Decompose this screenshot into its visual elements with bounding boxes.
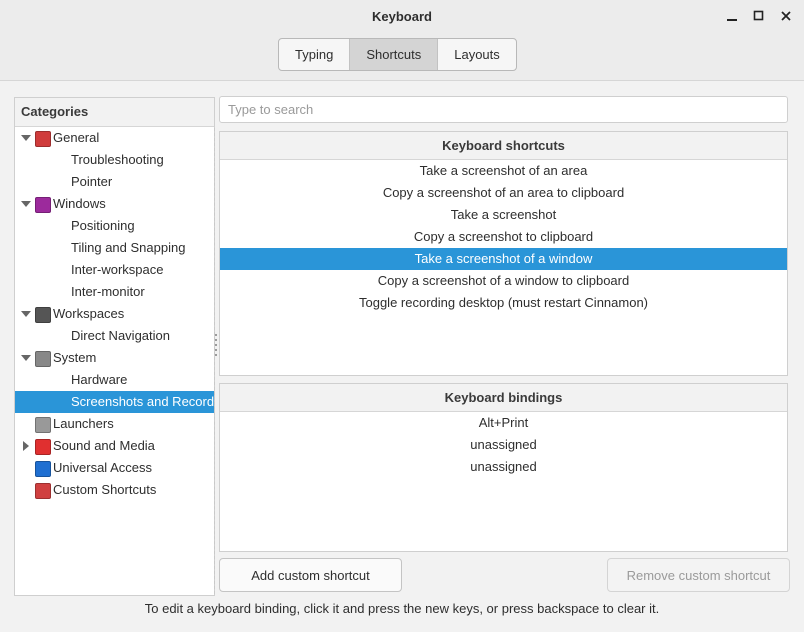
category-item-hardware[interactable]: Hardware <box>15 369 214 391</box>
remove-custom-shortcut-button[interactable]: Remove custom shortcut <box>607 558 790 592</box>
title-bar: Keyboard Typing Shortcuts Layouts <box>0 0 804 81</box>
shortcut-row[interactable]: Toggle recording desktop (must restart C… <box>220 292 787 314</box>
category-label: System <box>53 350 97 365</box>
bindings-panel: Keyboard bindings Alt+Print unassigned una… <box>219 383 788 552</box>
category-item-launchers[interactable]: Launchers <box>15 413 214 435</box>
subcategory-label: Troubleshooting <box>71 152 164 167</box>
minimize-button[interactable] <box>722 7 742 25</box>
binding-row[interactable]: unassigned <box>220 434 787 456</box>
subcategory-label: Pointer <box>71 174 113 189</box>
subcategory-label: Direct Navigation <box>71 328 170 343</box>
subcategory-label: Hardware <box>71 372 128 387</box>
expander-closed-icon[interactable] <box>20 435 32 457</box>
category-label: Sound and Media <box>53 438 155 453</box>
workspaces-icon <box>35 307 51 323</box>
shortcut-row[interactable]: Copy a screenshot of a window to clipboa… <box>220 270 787 292</box>
close-button[interactable] <box>776 7 796 25</box>
subcategory-label: Positioning <box>71 218 135 233</box>
categories-header: Categories <box>15 98 214 127</box>
category-item-positioning[interactable]: Positioning <box>15 215 214 237</box>
category-item-universal-access[interactable]: Universal Access <box>15 457 214 479</box>
window-title: Keyboard <box>372 9 432 24</box>
binding-row[interactable]: unassigned <box>220 456 787 478</box>
maximize-button[interactable] <box>749 7 769 25</box>
expander-open-icon[interactable] <box>20 303 32 325</box>
category-item-custom-shortcuts[interactable]: Custom Shortcuts <box>15 479 214 501</box>
category-item-windows[interactable]: Windows <box>15 193 214 215</box>
universal-access-icon <box>35 461 51 477</box>
category-item-pointer[interactable]: Pointer <box>15 171 214 193</box>
category-item-direct-navigation[interactable]: Direct Navigation <box>15 325 214 347</box>
categories-tree: General Troubleshooting Pointer Windows Posi… <box>15 127 214 501</box>
windows-icon <box>35 197 51 213</box>
category-label: Launchers <box>53 416 114 431</box>
categories-panel: Categories General Troubleshooting Pointer… <box>14 97 215 596</box>
subcategory-label: Inter-workspace <box>71 262 164 277</box>
shortcuts-panel: Keyboard shortcuts Take a screenshot of … <box>219 131 788 376</box>
search-box[interactable] <box>219 96 788 123</box>
shortcut-row[interactable]: Take a screenshot <box>220 204 787 226</box>
launchers-icon <box>35 417 51 433</box>
binding-row[interactable]: Alt+Print <box>220 412 787 434</box>
shortcut-row[interactable]: Take a screenshot of a window <box>220 248 787 270</box>
expander-open-icon[interactable] <box>20 347 32 369</box>
category-item-inter-workspace[interactable]: Inter-workspace <box>15 259 214 281</box>
hint-text: To edit a keyboard binding, click it and… <box>144 601 660 616</box>
tab-shortcuts[interactable]: Shortcuts <box>350 39 439 70</box>
subcategory-label: Tiling and Snapping <box>71 240 186 255</box>
category-item-troubleshooting[interactable]: Troubleshooting <box>15 149 214 171</box>
tree-column-separator <box>214 128 215 594</box>
shortcut-row[interactable]: Copy a screenshot to clipboard <box>220 226 787 248</box>
shortcuts-header: Keyboard shortcuts <box>220 132 787 160</box>
category-item-workspaces[interactable]: Workspaces <box>15 303 214 325</box>
bindings-list: Alt+Print unassigned unassigned <box>220 412 787 478</box>
custom-shortcuts-icon <box>35 483 51 499</box>
tab-bar: Typing Shortcuts Layouts <box>278 38 517 71</box>
category-item-system[interactable]: System <box>15 347 214 369</box>
category-label: General <box>53 130 100 145</box>
expander-open-icon[interactable] <box>20 193 32 215</box>
category-label: Custom Shortcuts <box>53 482 157 497</box>
pane-resize-handle[interactable] <box>215 334 217 359</box>
system-icon <box>35 351 51 367</box>
tab-typing[interactable]: Typing <box>279 39 351 70</box>
category-item-screenshots-and-recording[interactable]: Screenshots and Recording <box>15 391 214 413</box>
subcategory-label: Screenshots and Recording <box>71 394 214 409</box>
expander-open-icon[interactable] <box>20 127 32 149</box>
shortcuts-list: Take a screenshot of an area Copy a scree… <box>220 160 787 314</box>
maximize-icon <box>753 10 764 21</box>
category-label: Windows <box>53 196 106 211</box>
subcategory-label: Inter-monitor <box>71 284 145 299</box>
shortcut-row[interactable]: Take a screenshot of an area <box>220 160 787 182</box>
add-custom-shortcut-button[interactable]: Add custom shortcut <box>219 558 402 592</box>
category-item-general[interactable]: General <box>15 127 214 149</box>
category-item-tiling-and-snapping[interactable]: Tiling and Snapping <box>15 237 214 259</box>
general-icon <box>35 131 51 147</box>
bindings-header: Keyboard bindings <box>220 384 787 412</box>
tab-layouts[interactable]: Layouts <box>438 39 516 70</box>
search-input[interactable] <box>220 97 787 122</box>
minimize-icon <box>727 19 737 21</box>
category-item-inter-monitor[interactable]: Inter-monitor <box>15 281 214 303</box>
category-label: Workspaces <box>53 306 125 321</box>
shortcut-row[interactable]: Copy a screenshot of an area to clipboar… <box>220 182 787 204</box>
close-icon <box>781 11 791 21</box>
sound-media-icon <box>35 439 51 455</box>
category-label: Universal Access <box>53 460 152 475</box>
category-item-sound-and-media[interactable]: Sound and Media <box>15 435 214 457</box>
